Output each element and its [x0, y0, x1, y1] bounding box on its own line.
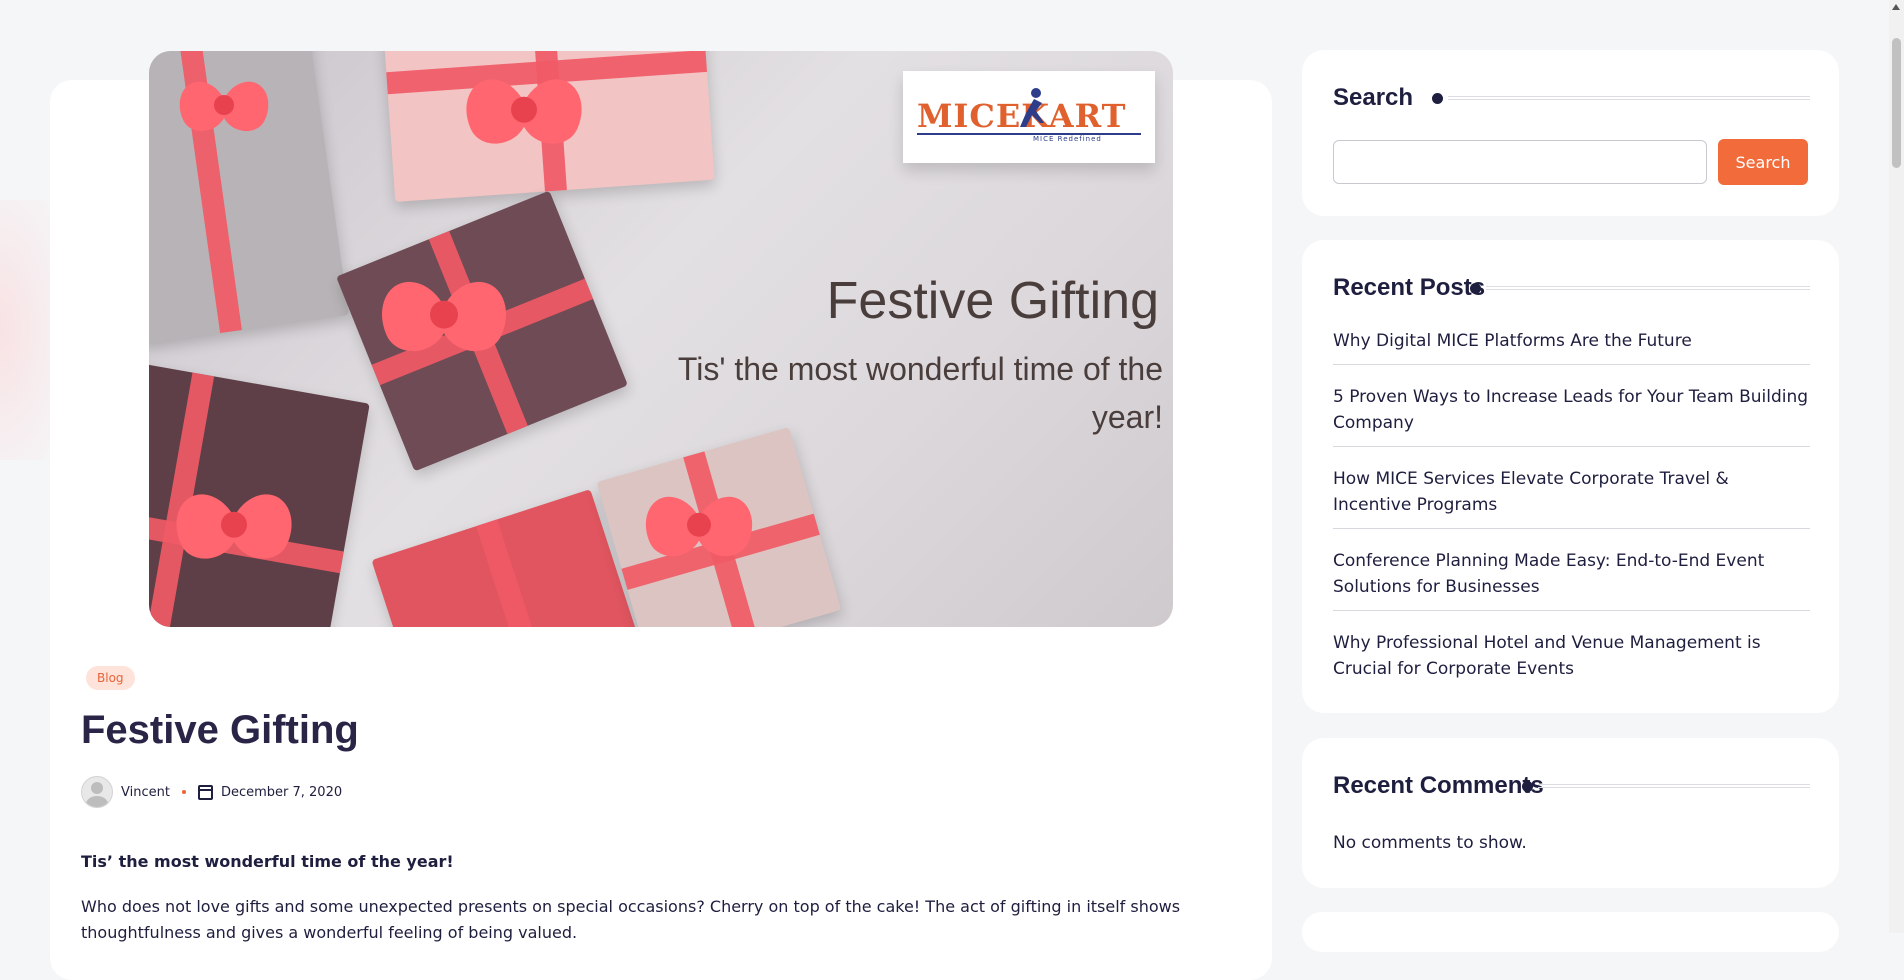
widget-title: Recent Posts — [1333, 274, 1486, 301]
post-date[interactable]: December 7, 2020 — [221, 785, 342, 800]
title-dot — [1522, 781, 1533, 792]
title-rule — [1448, 96, 1810, 100]
post-meta: Vincent December 7, 2020 — [81, 776, 342, 808]
category-badge[interactable]: Blog — [86, 666, 135, 690]
article-paragraph: Who does not love gifts and some unexpec… — [81, 897, 1181, 942]
recent-post-link[interactable]: How MICE Services Elevate Corporate Trav… — [1333, 466, 1810, 518]
recent-post-link[interactable]: Why Professional Hotel and Venue Managem… — [1333, 630, 1810, 682]
bow-decoration — [381, 267, 507, 365]
author-link[interactable]: Vincent — [121, 785, 170, 800]
search-input[interactable] — [1333, 140, 1707, 184]
hero-subtitle: Tis' the most wonderful time of the year… — [677, 351, 1163, 435]
hero-title: Festive Gifting — [826, 272, 1159, 330]
search-button[interactable]: Search — [1718, 139, 1808, 185]
recent-post-link[interactable]: 5 Proven Ways to Increase Leads for Your… — [1333, 384, 1810, 436]
bow-decoration — [176, 481, 293, 572]
bow-decoration — [466, 66, 583, 157]
post-divider — [1333, 364, 1810, 365]
meta-separator — [181, 790, 186, 794]
bow-decoration — [179, 71, 269, 141]
post-divider — [1333, 528, 1810, 529]
title-dot — [1432, 93, 1443, 104]
next-widget — [1302, 912, 1839, 952]
recent-posts-widget: Recent Posts Why Digital MICE Platforms … — [1302, 240, 1839, 713]
post-divider — [1333, 610, 1810, 611]
scrollbar-thumb[interactable] — [1892, 38, 1901, 168]
running-figure-icon — [1020, 88, 1044, 127]
title-dot — [1470, 283, 1481, 294]
calendar-icon — [197, 784, 213, 800]
title-rule — [1538, 784, 1810, 788]
search-widget: Search Search — [1302, 50, 1839, 216]
article-lead: Tis’ the most wonderful time of the year… — [81, 852, 454, 871]
recent-post-link[interactable]: Conference Planning Made Easy: End-to-En… — [1333, 548, 1810, 600]
featured-image: MICEKART MICE Redefined Festive Gifting … — [149, 51, 1173, 627]
recent-comments-widget: Recent Comments No comments to show. — [1302, 738, 1839, 888]
article-title: Festive Gifting — [81, 708, 359, 752]
logo-underline — [917, 133, 1141, 135]
widget-title: Search — [1333, 84, 1414, 111]
widget-title: Recent Comments — [1333, 772, 1544, 799]
recent-post-link[interactable]: Why Digital MICE Platforms Are the Futur… — [1333, 328, 1810, 354]
gift-box-decoration — [371, 489, 637, 627]
empty-comments-text: No comments to show. — [1333, 833, 1527, 853]
micekart-logo: MICEKART MICE Redefined — [903, 71, 1155, 163]
logo-tagline: MICE Redefined — [1033, 135, 1102, 143]
scroll-up-arrow-icon[interactable] — [1892, 4, 1900, 10]
post-divider — [1333, 446, 1810, 447]
avatar — [81, 776, 113, 808]
scrollbar[interactable] — [1889, 0, 1904, 933]
bow-decoration — [645, 484, 753, 568]
title-rule — [1486, 286, 1810, 290]
